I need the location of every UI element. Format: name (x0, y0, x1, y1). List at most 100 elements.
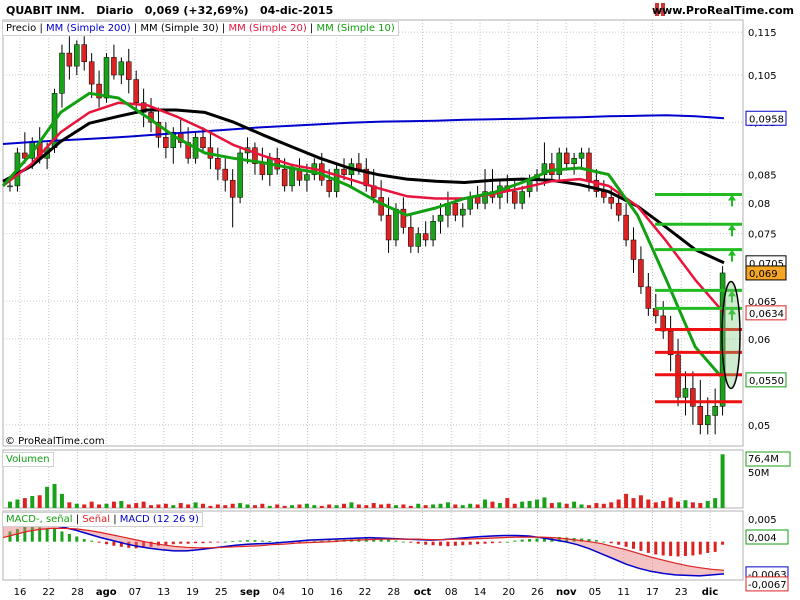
candle-body (437, 214, 444, 222)
candle-body (608, 197, 614, 204)
price-legend[interactable]: Precio | MM (Simple 200) | MM (Simple 30… (2, 21, 399, 36)
volume-legend[interactable]: Volumen (2, 452, 54, 467)
volume-bar (267, 505, 272, 508)
candle-body (378, 197, 384, 216)
volume-bar (520, 501, 525, 508)
macd-hist-bar (446, 541, 450, 547)
price-tag-label: 0,0958 (749, 114, 784, 125)
volume-bar (37, 495, 42, 508)
volume-bar (468, 503, 473, 508)
volume-bar (260, 503, 265, 508)
time-tick-label: 13 (157, 587, 170, 598)
macd-legend[interactable]: MACD-, señal | Señal | MACD (12 26 9) (2, 512, 203, 527)
macd-hist-bar (617, 541, 621, 545)
macd-hist-bar (513, 540, 517, 542)
macd-hist-bar (67, 534, 71, 542)
price-tick-label: 0,085 (748, 171, 777, 182)
volume-bar (549, 503, 554, 508)
macd-hist-bar (661, 541, 665, 556)
macd-hist-bar (60, 531, 64, 542)
macd-hist-bar (706, 541, 710, 553)
candle-body (601, 191, 607, 198)
macd-hist-bar (683, 541, 687, 556)
volume-bar (557, 502, 562, 508)
time-tick-label: nov (556, 587, 577, 598)
macd-hist-bar (676, 541, 680, 557)
macd-hist-bar (431, 541, 435, 546)
time-tick-label: 11 (617, 587, 630, 598)
candle-body (556, 152, 563, 175)
time-tick-label: 22 (359, 587, 372, 598)
macd-hist-bar (179, 541, 183, 544)
macd-hist-bar (216, 541, 220, 543)
up-arrow-icon (728, 194, 736, 207)
candle-body (118, 61, 125, 76)
volume-bar (89, 501, 94, 508)
price-tick-label: 0,105 (748, 71, 777, 82)
volume-tick-label: 50M (748, 468, 769, 479)
volume-bar (349, 502, 354, 508)
volume-bar (126, 504, 131, 508)
chart-area[interactable]: 0,1150,1050,0950,0850,080,0750,0650,060,… (0, 0, 800, 600)
macd-hist-bar (268, 541, 272, 542)
candle-body (474, 197, 481, 204)
macd-hist-bar (387, 539, 391, 542)
macd-hist-bar (520, 539, 524, 542)
volume-tick-label: 76,4M (748, 454, 779, 465)
volume-pane[interactable] (8, 454, 725, 508)
candle-body (690, 388, 696, 407)
volume-bar (609, 502, 614, 508)
candle-body (88, 61, 95, 85)
candle-body (422, 233, 429, 241)
ma10-line (1, 91, 726, 381)
candle-body (408, 227, 414, 247)
volume-bar (661, 500, 666, 508)
macd-hist-bar (409, 541, 413, 543)
volume-bar (713, 498, 718, 508)
macd-hist-bar (401, 541, 405, 543)
volume-bar (720, 454, 725, 508)
volume-bar (30, 495, 35, 508)
volume-bar (215, 504, 220, 508)
macd-hist-bar (639, 541, 643, 551)
price-tick-label: 0,06 (748, 335, 770, 346)
volume-bar (141, 501, 146, 508)
macd-hist-bar (669, 541, 673, 556)
candle-body (712, 406, 718, 416)
ma20-line (2, 101, 725, 314)
macd-hist-bar (112, 541, 116, 546)
volume-bar (230, 503, 235, 508)
target-levels (655, 192, 742, 404)
time-tick-label: 23 (675, 587, 688, 598)
macd-pane[interactable] (2, 522, 725, 577)
volume-bar (297, 504, 302, 508)
price-tick-label: 0,08 (748, 199, 770, 210)
macd-hist-bar (632, 541, 636, 549)
volume-bar (483, 499, 488, 508)
volume-bar (208, 505, 213, 508)
volume-bar (594, 503, 599, 508)
candle-body (229, 179, 236, 198)
candle-body (393, 208, 399, 241)
macd-hist-bar (468, 541, 472, 545)
volume-bar (431, 504, 436, 508)
time-tick-label: 26 (531, 587, 544, 598)
volume-bar (252, 505, 257, 508)
volume-bar (327, 504, 332, 508)
volume-bar (490, 501, 495, 508)
candle-body (215, 158, 221, 170)
volume-bar (408, 505, 413, 508)
ma200-line (2, 114, 725, 145)
macd-hist-bar (453, 541, 457, 546)
volume-bar (290, 505, 295, 508)
macd-hist-bar (97, 541, 101, 543)
candle-body (66, 52, 73, 67)
candle-body (623, 214, 629, 241)
macd-hist-bar (231, 541, 235, 542)
volume-bar (646, 499, 651, 508)
candle-body (578, 152, 585, 159)
volume-bar (683, 500, 688, 508)
candle-body (511, 191, 518, 204)
macd-hist-bar (498, 541, 502, 543)
candle-body (571, 158, 577, 164)
